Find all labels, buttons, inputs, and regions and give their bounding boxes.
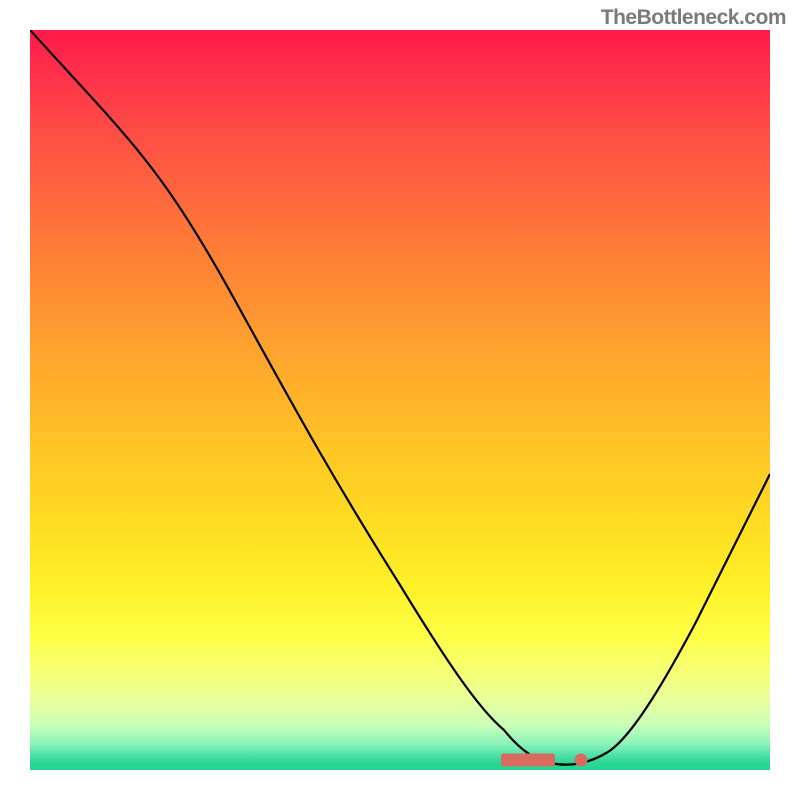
plot-area [30, 30, 770, 770]
watermark: TheBottleneck.com [601, 6, 786, 30]
minimum-marker-bar [501, 753, 555, 766]
markers [30, 30, 770, 770]
minimum-marker-dot [575, 753, 588, 766]
